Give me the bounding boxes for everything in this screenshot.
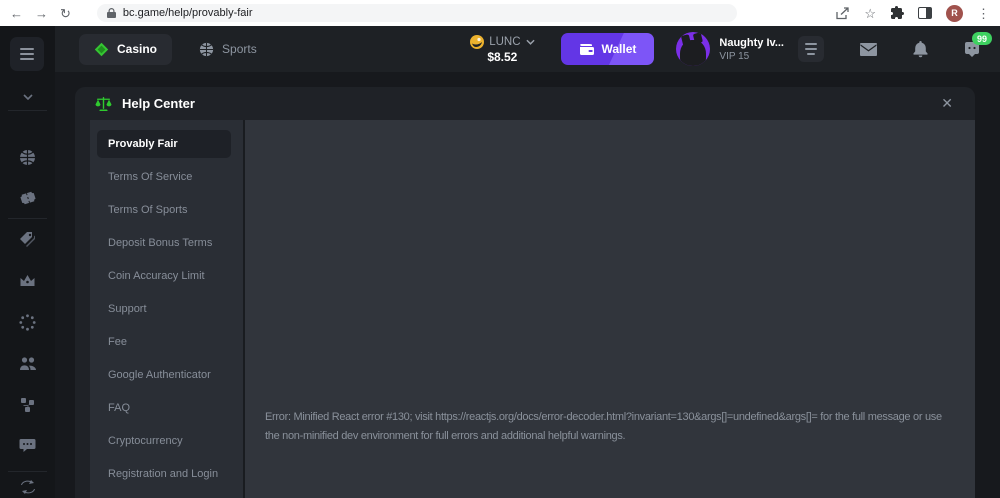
bell-icon <box>913 41 928 58</box>
menu-item-fee[interactable]: Fee <box>97 328 231 356</box>
extensions-puzzle-icon[interactable] <box>890 6 904 20</box>
menu-item-coin-accuracy-limit[interactable]: Coin Accuracy Limit <box>97 262 231 290</box>
sidebar-divider <box>8 218 47 219</box>
bonus-coin-icon[interactable] <box>19 314 36 331</box>
modal-body: Provably Fair Terms Of Service Terms Of … <box>90 120 975 498</box>
sidebar-divider <box>8 471 47 472</box>
left-sidebar <box>0 26 55 498</box>
currency-chevron-down-icon <box>526 39 535 45</box>
sports-icon[interactable] <box>19 149 36 166</box>
sidebar-menu-button[interactable] <box>10 37 44 71</box>
browser-chrome: ← → ↻ bc.game/help/provably-fair ☆ R ⋮ <box>0 0 1000 26</box>
chat-unread-badge: 99 <box>972 32 992 45</box>
currency-amount: $8.52 <box>487 50 517 64</box>
app-shell: Casino Sports LUNC $8.52 Wallet <box>0 26 1000 498</box>
main-area: Casino Sports LUNC $8.52 Wallet <box>55 26 1000 498</box>
modal-header: Help Center ✕ <box>75 87 975 120</box>
user-profile[interactable]: Naughty Iv... VIP 15 <box>676 32 784 66</box>
browser-profile-avatar[interactable]: R <box>946 5 963 22</box>
menu-item-registration-and-login[interactable]: Registration and Login <box>97 460 231 488</box>
close-icon[interactable]: ✕ <box>939 95 955 112</box>
vip-crown-icon[interactable] <box>19 273 36 287</box>
affiliate-icon[interactable] <box>19 356 37 371</box>
browser-menu-icon[interactable]: ⋮ <box>977 7 990 20</box>
menu-item-cryptocurrency[interactable]: Cryptocurrency <box>97 427 231 455</box>
reload-icon[interactable]: ↻ <box>60 7 71 20</box>
forward-icon[interactable]: → <box>35 7 48 20</box>
promotions-icon[interactable] <box>19 231 36 248</box>
bookmark-star-icon[interactable]: ☆ <box>864 7 876 20</box>
ticket-icon[interactable] <box>19 190 37 206</box>
inbox-button[interactable] <box>860 43 877 56</box>
menu-item-terms-of-service[interactable]: Terms Of Service <box>97 163 231 191</box>
page-stage: Help Center ✕ Provably Fair Terms Of Ser… <box>55 72 1000 498</box>
help-menu: Provably Fair Terms Of Service Terms Of … <box>90 120 245 498</box>
back-icon[interactable]: ← <box>10 7 23 20</box>
lunc-coin-icon <box>470 35 484 49</box>
network-icon[interactable] <box>19 397 36 413</box>
share-icon[interactable] <box>836 7 850 20</box>
help-center-modal: Help Center ✕ Provably Fair Terms Of Ser… <box>75 87 975 498</box>
user-name: Naughty Iv... <box>719 37 784 49</box>
menu-item-faq[interactable]: FAQ <box>97 394 231 422</box>
user-vip-level: VIP 15 <box>719 51 784 62</box>
modal-title: Help Center <box>122 96 195 111</box>
currency-code: LUNC <box>489 36 520 48</box>
wallet-button-label: Wallet <box>602 42 637 56</box>
scale-icon <box>95 96 112 112</box>
tab-sports-label: Sports <box>222 42 257 56</box>
top-nav-bar: Casino Sports LUNC $8.52 Wallet <box>55 26 1000 72</box>
address-bar[interactable]: bc.game/help/provably-fair <box>97 4 737 22</box>
user-menu-button[interactable] <box>798 36 824 62</box>
menu-item-google-authenticator[interactable]: Google Authenticator <box>97 361 231 389</box>
help-content-panel: Error: Minified React error #130; visit … <box>245 120 975 498</box>
url-text[interactable]: bc.game/help/provably-fair <box>123 7 253 19</box>
wallet-icon <box>579 43 594 56</box>
sidebar-divider <box>8 110 47 111</box>
chevron-down-icon[interactable] <box>23 94 33 100</box>
menu-item-support[interactable]: Support <box>97 295 231 323</box>
wallet-button[interactable]: Wallet <box>561 33 655 65</box>
currency-selector[interactable]: LUNC $8.52 <box>470 35 534 64</box>
user-avatar[interactable] <box>676 32 710 66</box>
mail-icon <box>860 43 877 56</box>
chat-icon[interactable] <box>19 438 36 453</box>
menu-item-terms-of-sports[interactable]: Terms Of Sports <box>97 196 231 224</box>
sports-ball-icon <box>199 42 214 57</box>
swap-icon[interactable] <box>19 480 37 494</box>
casino-diamond-icon <box>94 42 109 57</box>
react-error-message: Error: Minified React error #130; visit … <box>265 408 955 446</box>
tab-casino-label: Casino <box>117 42 157 56</box>
tab-casino[interactable]: Casino <box>79 34 172 65</box>
notifications-button[interactable] <box>913 41 928 58</box>
lock-icon <box>107 8 116 19</box>
menu-item-aml-policy[interactable]: AML Policy <box>97 493 231 498</box>
menu-item-provably-fair[interactable]: Provably Fair <box>97 130 231 158</box>
side-panel-icon[interactable] <box>918 7 932 19</box>
menu-item-deposit-bonus-terms[interactable]: Deposit Bonus Terms <box>97 229 231 257</box>
chat-button[interactable]: 99 <box>964 41 980 57</box>
tab-sports[interactable]: Sports <box>184 34 272 65</box>
